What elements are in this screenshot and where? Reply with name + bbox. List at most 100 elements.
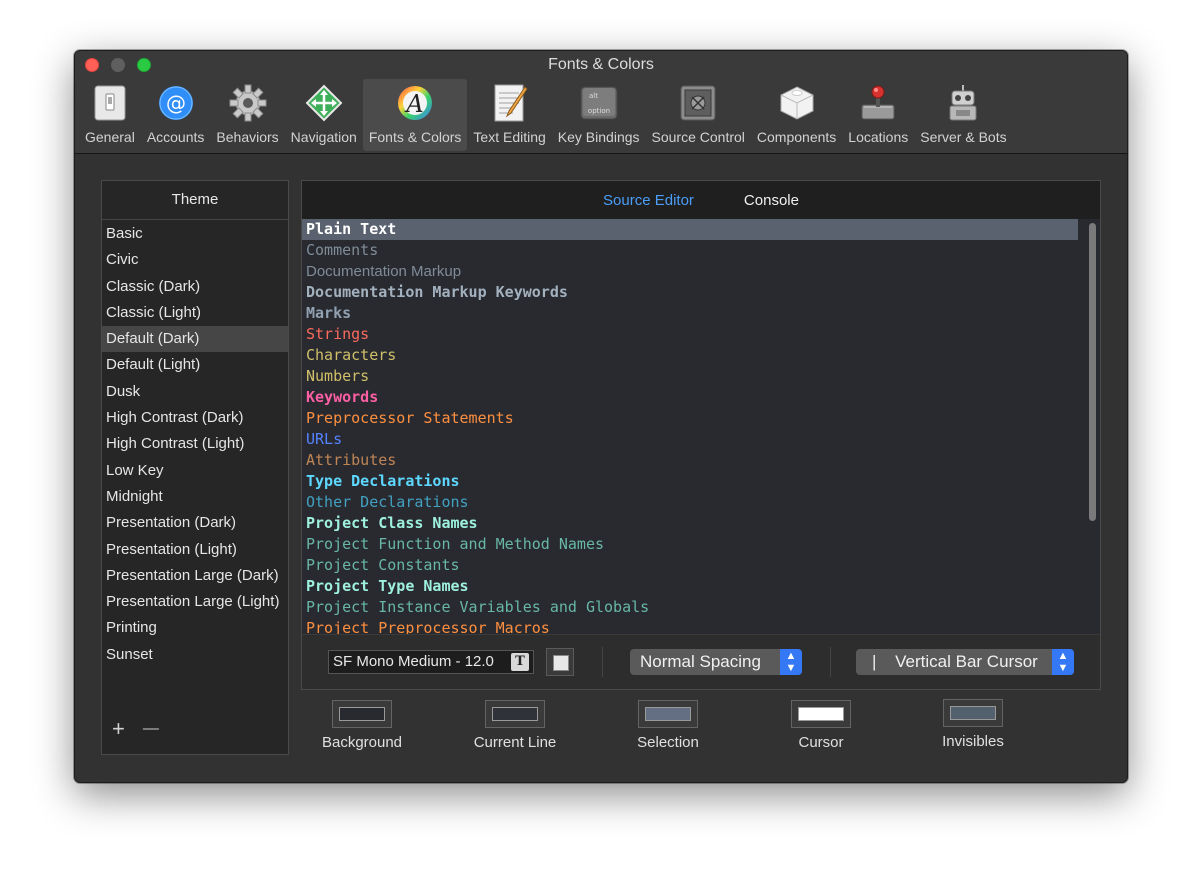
theme-item[interactable]: High Contrast (Light) (102, 431, 288, 457)
tab-key-bindings[interactable]: alt option Key Bindings (552, 79, 646, 151)
syntax-element-row[interactable]: Project Instance Variables and Globals (302, 597, 1078, 618)
syntax-element-row[interactable]: Preprocessor Statements (302, 408, 1078, 429)
syntax-element-row[interactable]: Keywords (302, 387, 1078, 408)
tab-label: Components (756, 129, 837, 145)
swatch-label: Invisibles (942, 733, 1004, 750)
option-key-icon: alt option (579, 83, 619, 123)
tab-console[interactable]: Console (744, 192, 799, 209)
preferences-window: Fonts & Colors General @ Accounts Behavi… (74, 50, 1128, 783)
tab-label: Behaviors (216, 129, 279, 145)
tab-server-bots[interactable]: Server & Bots (914, 79, 1012, 151)
theme-item[interactable]: High Contrast (Dark) (102, 405, 288, 431)
tab-text-editing[interactable]: Text Editing (467, 79, 551, 151)
font-field[interactable]: SF Mono Medium - 12.0 T (328, 650, 534, 674)
theme-item[interactable]: Civic (102, 247, 288, 273)
syntax-element-row[interactable]: Project Type Names (302, 576, 1078, 597)
at-sign-icon: @ (156, 83, 196, 123)
swatch-label: Selection (637, 734, 699, 751)
editor-tabs: Source Editor Console (302, 181, 1100, 220)
theme-item[interactable]: Default (Dark) (102, 326, 288, 353)
theme-item[interactable]: Classic (Light) (102, 300, 288, 326)
syntax-element-row[interactable]: Comments (302, 240, 1078, 261)
syntax-element-row[interactable]: Documentation Markup (302, 261, 1078, 282)
syntax-element-row[interactable]: Documentation Markup Keywords (302, 282, 1078, 303)
theme-item[interactable]: Sunset (102, 642, 288, 668)
cursor-value: Vertical Bar Cursor (895, 652, 1038, 671)
general-icon (90, 83, 130, 123)
syntax-element-row[interactable]: URLs (302, 429, 1078, 450)
syntax-element-row[interactable]: Attributes (302, 450, 1078, 471)
syntax-element-row[interactable]: Marks (302, 303, 1078, 324)
cursor-popup[interactable]: | Vertical Bar Cursor ▲ ▼ (856, 649, 1074, 675)
tab-source-editor[interactable]: Source Editor (603, 192, 694, 209)
tab-label: Locations (848, 129, 909, 145)
tab-navigation[interactable]: Navigation (285, 79, 363, 151)
theme-item[interactable]: Classic (Dark) (102, 274, 288, 300)
selection-color-well[interactable]: Selection (608, 700, 728, 751)
tab-accounts[interactable]: @ Accounts (141, 79, 211, 151)
cursor-color-well[interactable]: Cursor (761, 700, 881, 751)
invisibles-color-well[interactable]: Invisibles (913, 699, 1033, 750)
spacing-popup[interactable]: Normal Spacing ▲ ▼ (630, 649, 802, 675)
theme-item[interactable]: Printing (102, 615, 288, 641)
font-controls-bar: SF Mono Medium - 12.0 T Normal Spacing ▲… (302, 634, 1100, 689)
swatch (638, 700, 698, 728)
syntax-element-row[interactable]: Characters (302, 345, 1078, 366)
swatch-label: Background (321, 734, 403, 751)
syntax-element-row[interactable]: Project Class Names (302, 513, 1078, 534)
theme-item[interactable]: Basic (102, 221, 288, 247)
syntax-element-row[interactable]: Type Declarations (302, 471, 1078, 492)
syntax-element-row[interactable]: Project Constants (302, 555, 1078, 576)
syntax-element-row[interactable]: Project Preprocessor Macros (302, 618, 1078, 635)
current-line-color-well[interactable]: Current Line (455, 700, 575, 751)
theme-item[interactable]: Low Key (102, 458, 288, 484)
syntax-element-row[interactable]: Project Function and Method Names (302, 534, 1078, 555)
theme-item[interactable]: Presentation Large (Light) (102, 589, 288, 615)
tab-components[interactable]: Components (751, 79, 842, 151)
theme-item[interactable]: Dusk (102, 379, 288, 405)
tab-label: General (85, 129, 135, 145)
cursor-glyph: | (872, 652, 877, 671)
syntax-element-row[interactable]: Numbers (302, 366, 1078, 387)
swatch (485, 700, 545, 728)
tab-fonts-colors[interactable]: A Fonts & Colors (362, 79, 468, 151)
svg-text:A: A (404, 90, 423, 118)
tab-source-control[interactable]: Source Control (646, 79, 751, 151)
tab-locations[interactable]: Locations (842, 79, 914, 151)
theme-item[interactable]: Presentation (Light) (102, 537, 288, 563)
theme-item[interactable]: Presentation Large (Dark) (102, 563, 288, 589)
syntax-element-row[interactable]: Other Declarations (302, 492, 1078, 513)
popup-arrows-icon: ▲ ▼ (780, 649, 802, 675)
tab-label: Accounts (146, 129, 205, 145)
theme-item[interactable]: Default (Light) (102, 352, 288, 378)
svg-text:@: @ (166, 91, 186, 115)
window-title: Fonts & Colors (548, 56, 654, 73)
syntax-element-row[interactable]: Plain Text (302, 219, 1078, 240)
syntax-element-list: Plain Text Comments Documentation Markup Do… (302, 219, 1100, 635)
tab-behaviors[interactable]: Behaviors (210, 79, 284, 151)
divider (830, 647, 831, 677)
theme-editor-panel: Source Editor Console Plain Text Comments… (301, 180, 1101, 690)
swatch-label: Cursor (798, 734, 844, 751)
swatch-fill (492, 707, 538, 721)
tab-general[interactable]: General (79, 79, 141, 151)
tab-label: Navigation (290, 129, 357, 145)
text-editing-icon (490, 83, 530, 123)
theme-sidebar: Theme Basic Civic Classic (Dark) Classic (L… (101, 180, 289, 755)
font-color-well[interactable] (546, 648, 574, 676)
title-bar: Fonts & Colors General @ Accounts Behavi… (75, 51, 1127, 154)
theme-item[interactable]: Midnight (102, 484, 288, 510)
svg-text:option: option (588, 107, 610, 115)
add-theme-button[interactable]: + (112, 716, 125, 742)
background-color-well[interactable]: Background (302, 700, 422, 751)
vertical-scrollbar[interactable] (1089, 223, 1096, 521)
gear-icon (228, 83, 268, 123)
tab-label: Text Editing (473, 129, 546, 145)
font-picker-button[interactable]: T (511, 653, 529, 671)
swatch-fill (798, 707, 844, 721)
theme-item[interactable]: Presentation (Dark) (102, 510, 288, 536)
syntax-element-row[interactable]: Strings (302, 324, 1078, 345)
remove-theme-button[interactable]: — (143, 716, 159, 742)
divider (602, 647, 603, 677)
tab-label: Fonts & Colors (368, 129, 462, 145)
